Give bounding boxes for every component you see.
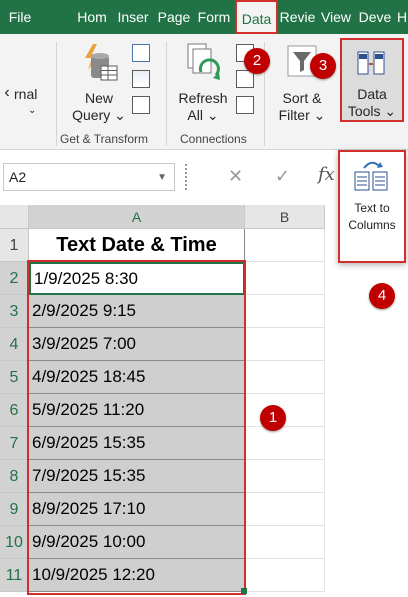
fill-handle[interactable] <box>241 588 247 594</box>
previous-group-label: rnal <box>14 86 38 102</box>
show-queries-icon[interactable] <box>132 44 150 62</box>
cell-b[interactable] <box>245 559 325 592</box>
refresh-all-label-line2: All ⌄ <box>187 107 219 123</box>
worksheet-grid: A B 1 2 3 4 5 6 7 8 9 10 11 Text Date & … <box>0 205 408 597</box>
callout-badge-4: 4 <box>369 283 395 309</box>
row-header[interactable]: 9 <box>0 493 29 526</box>
tab-insert[interactable]: Inser <box>113 0 153 34</box>
text-to-columns-icon <box>354 161 388 191</box>
callout-badge-2: 2 <box>244 48 270 74</box>
new-query-button[interactable]: New Query ⌄ <box>64 42 134 123</box>
formula-bar-grip[interactable] <box>185 164 188 190</box>
row-header[interactable]: 11 <box>0 559 29 592</box>
tab-data[interactable]: Data <box>235 0 278 34</box>
tab-review[interactable]: Revie <box>279 0 316 34</box>
tab-developer[interactable]: Deve <box>356 0 394 34</box>
recent-sources-icon[interactable] <box>132 96 150 114</box>
row-header[interactable]: 7 <box>0 427 29 460</box>
refresh-all-icon <box>187 43 220 80</box>
selection-range-highlight <box>27 260 246 595</box>
data-tools-label-line2: Tools ⌄ <box>347 103 397 119</box>
cell-b[interactable] <box>245 295 325 328</box>
ribbon: ‹ rnal ⌄ New Query ⌄ Get & Transform Ref… <box>0 34 408 150</box>
name-box[interactable]: A2 ▼ <box>3 163 175 191</box>
group-divider <box>56 42 57 146</box>
new-query-label-line1: New <box>84 90 113 106</box>
row-header[interactable]: 8 <box>0 460 29 493</box>
row-header[interactable]: 1 <box>0 229 29 262</box>
row-header[interactable]: 2 <box>0 262 29 295</box>
get-transform-group-label: Get & Transform <box>60 132 149 146</box>
name-box-dropdown-icon[interactable]: ▼ <box>157 165 167 191</box>
new-query-icon <box>85 44 118 81</box>
sort-filter-label-line2: Filter ⌄ <box>278 107 326 123</box>
from-table-icon[interactable] <box>132 70 150 88</box>
ribbon-scroll-left-icon[interactable]: ‹ <box>2 84 12 101</box>
data-tools-icon <box>357 51 385 75</box>
header-cell-a1[interactable]: Text Date & Time <box>29 229 245 262</box>
cell-b[interactable] <box>245 460 325 493</box>
cell-b[interactable] <box>245 262 325 295</box>
row-header[interactable]: 10 <box>0 526 29 559</box>
cell-b[interactable] <box>245 229 325 262</box>
column-header-a[interactable]: A <box>29 205 245 229</box>
callout-badge-3: 3 <box>310 53 336 79</box>
row-header[interactable]: 4 <box>0 328 29 361</box>
row-header[interactable]: 6 <box>0 394 29 427</box>
row-header[interactable]: 3 <box>0 295 29 328</box>
select-all-corner[interactable] <box>0 205 29 229</box>
edit-links-icon[interactable] <box>236 96 254 114</box>
tab-page-layout[interactable]: Page <box>154 0 194 34</box>
cell-b[interactable] <box>245 493 325 526</box>
tab-formulas[interactable]: Form <box>195 0 233 34</box>
cell-b[interactable] <box>245 361 325 394</box>
data-tools-button[interactable]: Data Tools ⌄ <box>340 38 404 122</box>
column-header-b[interactable]: B <box>245 205 325 229</box>
refresh-all-button[interactable]: Refresh All ⌄ <box>172 42 234 123</box>
group-divider <box>166 42 167 146</box>
cell-b[interactable] <box>245 526 325 559</box>
insert-function-icon[interactable]: fx <box>318 164 335 185</box>
tab-home[interactable]: Hom <box>72 0 112 34</box>
ribbon-tab-bar: File Hom Inser Page Form Data Revie View… <box>0 0 408 34</box>
cancel-icon[interactable]: ✕ <box>228 166 243 187</box>
row-header[interactable]: 5 <box>0 361 29 394</box>
tab-view[interactable]: View <box>317 0 355 34</box>
data-tools-label-line1: Data <box>357 86 387 102</box>
callout-badge-1: 1 <box>260 405 286 431</box>
new-query-label-line2: Query ⌄ <box>72 107 126 123</box>
name-box-value: A2 <box>9 169 27 185</box>
enter-icon[interactable]: ✓ <box>275 166 290 187</box>
previous-group-dropdown: ⌄ <box>28 105 37 116</box>
cell-b[interactable] <box>245 427 325 460</box>
refresh-all-label-line1: Refresh <box>178 90 228 106</box>
tab-file[interactable]: File <box>0 0 40 34</box>
tab-help[interactable]: H <box>396 0 408 34</box>
connections-group-label: Connections <box>180 132 247 146</box>
cell-b[interactable] <box>245 328 325 361</box>
sort-filter-label-line1: Sort & <box>282 90 322 106</box>
